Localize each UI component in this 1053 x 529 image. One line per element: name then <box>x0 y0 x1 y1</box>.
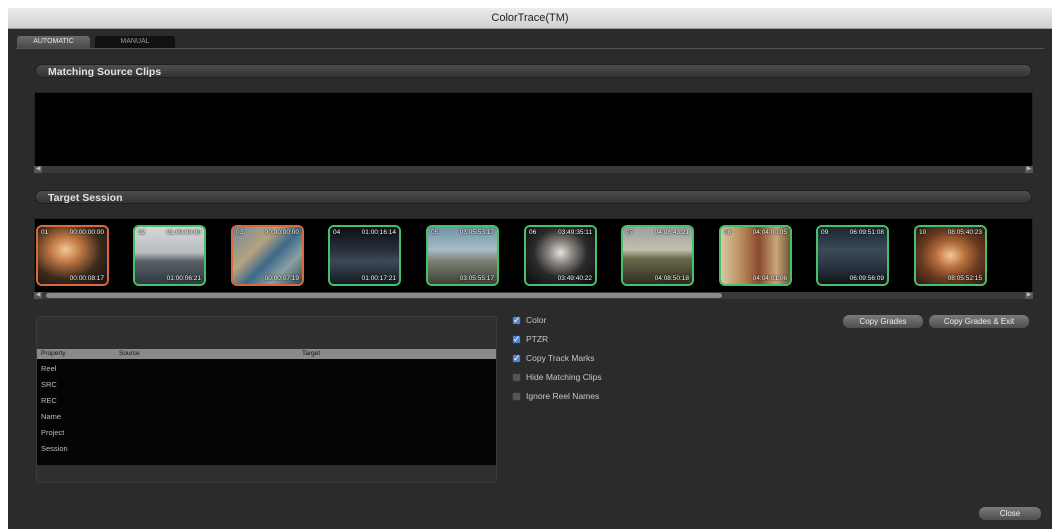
tab-divider <box>16 48 1044 49</box>
tab-automatic[interactable]: AUTOMATIC <box>17 36 90 48</box>
table-row: REC <box>41 396 57 405</box>
clip-tc-in: 08:05:40:23 <box>947 229 982 236</box>
target-session-header: Target Session <box>35 190 1032 204</box>
copy-track-marks-label: Copy Track Marks <box>526 353 595 363</box>
clip-number: 04 <box>333 229 341 236</box>
clip-tc-out: 04:08:50:18 <box>654 275 689 282</box>
clip-thumbnail[interactable]: 10 08:05:40:23 08:05:52:15 <box>914 225 987 286</box>
clip-number: 02 <box>138 229 146 236</box>
ignore-reel-names-label: Ignore Reel Names <box>526 391 600 401</box>
clip-number: 06 <box>529 229 537 236</box>
scroll-left-arrow-icon[interactable]: ◀ <box>34 292 42 299</box>
table-row: Name <box>41 412 62 421</box>
clip-tc-out: 06:09:56:09 <box>849 275 884 282</box>
tab-manual[interactable]: MANUAL <box>95 36 175 48</box>
clip-tc-in: 01:00:00:00 <box>166 229 201 236</box>
clip-tc-in: 06:09:51:08 <box>849 229 884 236</box>
table-row: Reel <box>41 364 57 373</box>
clip-number: 03 <box>236 229 244 236</box>
clip-thumbnail[interactable]: 08 04:04:00:05 04:04:01:06 <box>719 225 792 286</box>
clip-thumbnail[interactable]: 06 03:49:35:11 03:49:40:22 <box>524 225 597 286</box>
color-label: Color <box>526 315 547 325</box>
clip-number: 05 <box>431 229 439 236</box>
clip-tc-in: 00:00:00:00 <box>264 229 299 236</box>
copy-track-marks-checkbox[interactable]: ✓ <box>512 354 521 363</box>
scroll-left-arrow-icon[interactable]: ◀ <box>34 166 42 173</box>
clip-thumbnail[interactable]: 05 03:05:53:17 03:05:55:17 <box>426 225 499 286</box>
clip-number: 10 <box>919 229 927 236</box>
scrollbar-thumb[interactable] <box>46 293 722 298</box>
col-property: Property <box>41 350 66 357</box>
scroll-right-arrow-icon[interactable]: ▶ <box>1025 166 1033 173</box>
clip-thumbnail[interactable]: 01 00:00:00:00 00:00:08:17 <box>36 225 109 286</box>
clip-number: 08 <box>724 229 732 236</box>
clip-tc-in: 00:00:00:00 <box>69 229 104 236</box>
hide-matching-clips-label: Hide Matching Clips <box>526 372 602 382</box>
clip-tc-out: 03:49:40:22 <box>557 275 592 282</box>
table-row: Project <box>41 428 65 437</box>
copy-grades-exit-button[interactable]: Copy Grades & Exit <box>928 314 1030 329</box>
hide-matching-clips-checkbox[interactable] <box>512 373 521 382</box>
clip-properties-panel: Property Source Target Reel SRC REC Name… <box>36 316 497 483</box>
clip-tc-out: 00:00:08:17 <box>69 275 104 282</box>
clip-thumbnail[interactable]: 03 00:00:00:00 00:00:07:19 <box>231 225 304 286</box>
clip-tc-out: 03:05:55:17 <box>459 275 494 282</box>
close-button[interactable]: Close <box>978 506 1042 521</box>
clip-thumbnail[interactable]: 02 01:00:00:00 01:00:06:21 <box>133 225 206 286</box>
clip-number: 01 <box>41 229 49 236</box>
clip-number: 09 <box>821 229 829 236</box>
clip-thumbnail[interactable]: 04 01:00:16:14 01:00:17:21 <box>328 225 401 286</box>
clip-tc-in: 03:49:35:11 <box>558 229 592 236</box>
window-title: ColorTrace(TM) <box>8 8 1052 29</box>
col-target: Target <box>302 350 321 357</box>
scroll-right-arrow-icon[interactable]: ▶ <box>1025 292 1033 299</box>
clip-thumbnail[interactable]: 07 04:08:43:21 04:08:50:18 <box>621 225 694 286</box>
clip-tc-in: 04:04:00:05 <box>752 229 787 236</box>
clip-number: 07 <box>626 229 634 236</box>
clip-tc-out: 04:04:01:06 <box>752 275 787 282</box>
matching-clips-scrollbar[interactable]: ◀ ▶ <box>34 166 1033 173</box>
matching-clips-pane <box>34 92 1033 167</box>
clip-tc-in: 04:08:43:21 <box>654 229 689 236</box>
clip-tc-in: 01:00:16:14 <box>361 229 396 236</box>
clip-tc-out: 08:05:52:15 <box>947 275 982 282</box>
ptzr-label: PTZR <box>526 334 549 344</box>
properties-table-header: Property Source Target <box>37 349 496 359</box>
target-session-scrollbar[interactable]: ◀ ▶ <box>34 292 1033 299</box>
ignore-reel-names-checkbox[interactable] <box>512 392 521 401</box>
clip-tc-out: 01:00:06:21 <box>166 275 201 282</box>
col-source: Source <box>119 350 140 357</box>
table-row: SRC <box>41 380 57 389</box>
matching-source-clips-header: Matching Source Clips <box>35 64 1032 78</box>
ptzr-checkbox[interactable]: ✓ <box>512 335 521 344</box>
clip-tc-out: 00:00:07:19 <box>264 275 299 282</box>
copy-grades-button[interactable]: Copy Grades <box>842 314 924 329</box>
clip-thumbnail[interactable]: 09 06:09:51:08 06:09:56:09 <box>816 225 889 286</box>
color-checkbox[interactable]: ✓ <box>512 316 521 325</box>
clip-tc-in: 03:05:53:17 <box>459 229 494 236</box>
colortrace-window: ColorTrace(TM) AUTOMATIC MANUAL Matching… <box>8 8 1052 529</box>
clip-tc-out: 01:00:17:21 <box>361 275 396 282</box>
table-row: Session <box>41 444 68 453</box>
properties-table-body: Reel SRC REC Name Project Session <box>37 359 496 465</box>
